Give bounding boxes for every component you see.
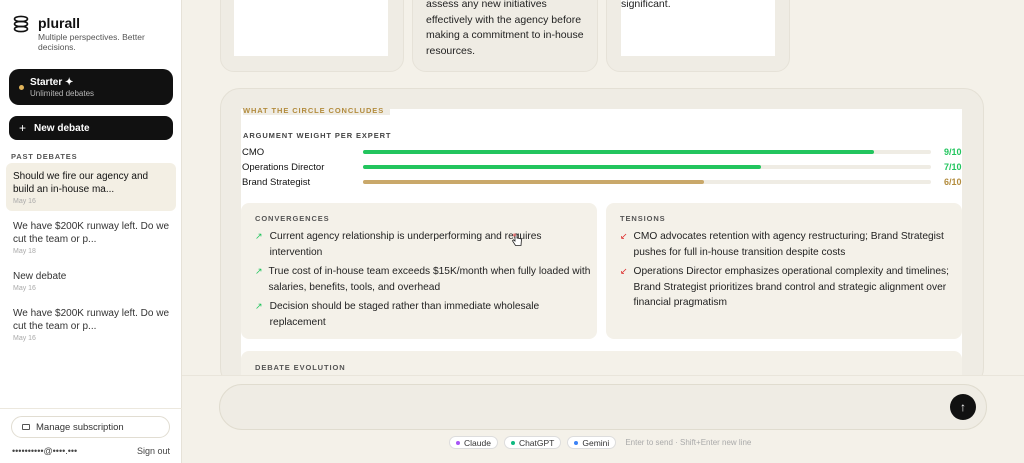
history-item-title: Should we fire our agency and build an i…	[13, 171, 149, 195]
history-item[interactable]: New debate May 16	[6, 263, 176, 298]
convergence-text: True cost of in-house team exceeds $15K/…	[268, 266, 591, 293]
send-button[interactable]: ↑	[950, 394, 976, 420]
expert-weight-row: Brand Strategist 6/10	[242, 177, 962, 189]
new-debate-button[interactable]: + New debate	[9, 116, 173, 140]
logo-icon	[13, 15, 29, 33]
plan-card[interactable]: Starter ✦ Unlimited debates	[9, 69, 173, 105]
tension-text: CMO advocates retention with agency rest…	[633, 231, 944, 258]
arrow-down-left-icon: ↙	[620, 266, 628, 276]
card-icon	[22, 424, 30, 430]
manage-subscription-button[interactable]: Manage subscription	[11, 416, 170, 438]
history-item-title: We have $200K runway left. Do we cut the…	[13, 308, 170, 332]
tensions-heading: TENSIONS	[620, 214, 666, 223]
convergences-heading: CONVERGENCES	[255, 214, 330, 223]
debate-evolution-heading: DEBATE EVOLUTION	[255, 363, 346, 372]
model-dot	[574, 440, 579, 445]
sidebar: plurall Multiple perspectives. Better de…	[0, 0, 182, 463]
model-chip-claude[interactable]: Claude	[449, 436, 498, 449]
history-item-title: New debate	[13, 271, 67, 282]
brand: plurall Multiple perspectives. Better de…	[12, 14, 158, 52]
model-name: Gemini	[582, 437, 610, 448]
expert-weight-row: Operations Director 7/10	[242, 162, 962, 174]
weight-track	[363, 165, 931, 169]
history-list: Should we fire our agency and build an i…	[6, 163, 176, 350]
debate-evolution-panel	[241, 351, 962, 375]
expert-score: 7/10	[944, 162, 962, 172]
message-composer[interactable]	[219, 384, 987, 430]
history-item-date: May 16	[13, 285, 36, 292]
brand-tagline: Multiple perspectives. Better decisions.	[38, 32, 145, 52]
expert-card-text: assess any new initiatives effectively w…	[426, 0, 584, 57]
convergence-item: ↗ Current agency relationship is underpe…	[255, 229, 585, 260]
hand-cursor-icon	[511, 233, 522, 246]
user-email: ••••••••••@••••.•••	[12, 446, 78, 456]
model-chip-chatgpt[interactable]: ChatGPT	[503, 436, 562, 449]
history-item-title: We have $200K runway left. Do we cut the…	[13, 221, 170, 245]
plan-status-dot	[19, 85, 24, 90]
tension-item: ↙ CMO advocates retention with agency re…	[620, 229, 956, 260]
expert-card-body	[234, 0, 388, 56]
convergence-item: ↗ True cost of in-house team exceeds $15…	[255, 264, 591, 295]
expert-name: Brand Strategist	[242, 177, 311, 188]
expert-card-text: significant.	[621, 0, 671, 10]
history-item[interactable]: Should we fire our agency and build an i…	[6, 163, 176, 211]
weight-bar	[363, 150, 875, 154]
sidebar-footer-divider	[0, 408, 182, 409]
weight-track	[363, 150, 931, 154]
arrow-up-right-icon: ↗	[255, 266, 263, 276]
keyboard-hint: Enter to send · Shift+Enter new line	[625, 438, 752, 447]
convergence-item: ↗ Decision should be staged rather than …	[255, 299, 585, 330]
tension-text: Operations Director emphasizes operation…	[633, 266, 949, 308]
history-item[interactable]: We have $200K runway left. Do we cut the…	[6, 213, 176, 261]
brand-name: plurall	[38, 15, 81, 31]
weight-bar	[363, 180, 704, 184]
convergence-text: Decision should be staged rather than im…	[269, 301, 540, 328]
expert-name: Operations Director	[242, 162, 325, 173]
model-dot	[510, 440, 515, 445]
arrow-up-icon: ↑	[960, 400, 966, 414]
history-item[interactable]: We have $200K runway left. Do we cut the…	[6, 300, 176, 348]
history-item-date: May 16	[13, 335, 36, 342]
plan-subtitle: Unlimited debates	[30, 89, 95, 98]
expert-name: CMO	[242, 147, 265, 158]
expert-score: 6/10	[944, 177, 962, 187]
past-debates-heading: PAST DEBATES	[11, 152, 78, 161]
sign-out-link[interactable]: Sign out	[137, 446, 170, 456]
model-name: ChatGPT	[518, 437, 555, 448]
model-dot	[456, 440, 460, 445]
model-name: Claude	[464, 437, 491, 448]
conclusions-heading: WHAT THE CIRCLE CONCLUDES	[243, 106, 391, 115]
tensions-panel: TENSIONS ↙ CMO advocates retention with …	[606, 203, 962, 339]
new-debate-label: New debate	[34, 122, 90, 134]
tension-item: ↙ Operations Director emphasizes operati…	[620, 264, 956, 311]
history-item-date: May 16	[13, 198, 36, 205]
manage-subscription-label: Manage subscription	[36, 421, 124, 433]
model-chip-gemini[interactable]: Gemini	[567, 436, 617, 449]
weight-track	[363, 180, 931, 184]
expert-score: 9/10	[944, 147, 962, 157]
plus-icon: +	[19, 121, 27, 135]
expert-weight-row: CMO 9/10	[242, 147, 962, 159]
argument-weight-heading: ARGUMENT WEIGHT PER EXPERT	[243, 131, 392, 140]
message-input[interactable]	[238, 399, 938, 417]
convergence-text: Current agency relationship is underperf…	[269, 231, 542, 258]
convergences-panel: CONVERGENCES ↗ Current agency relationsh…	[241, 203, 597, 339]
arrow-up-right-icon: ↗	[255, 301, 263, 311]
arrow-up-right-icon: ↗	[255, 231, 263, 241]
model-chips: Claude ChatGPT Gemini Enter to send · Sh…	[449, 436, 751, 449]
arrow-down-left-icon: ↙	[620, 231, 628, 241]
plan-name: Starter ✦	[30, 77, 74, 88]
history-item-date: May 18	[13, 248, 36, 255]
weight-bar	[363, 165, 761, 169]
